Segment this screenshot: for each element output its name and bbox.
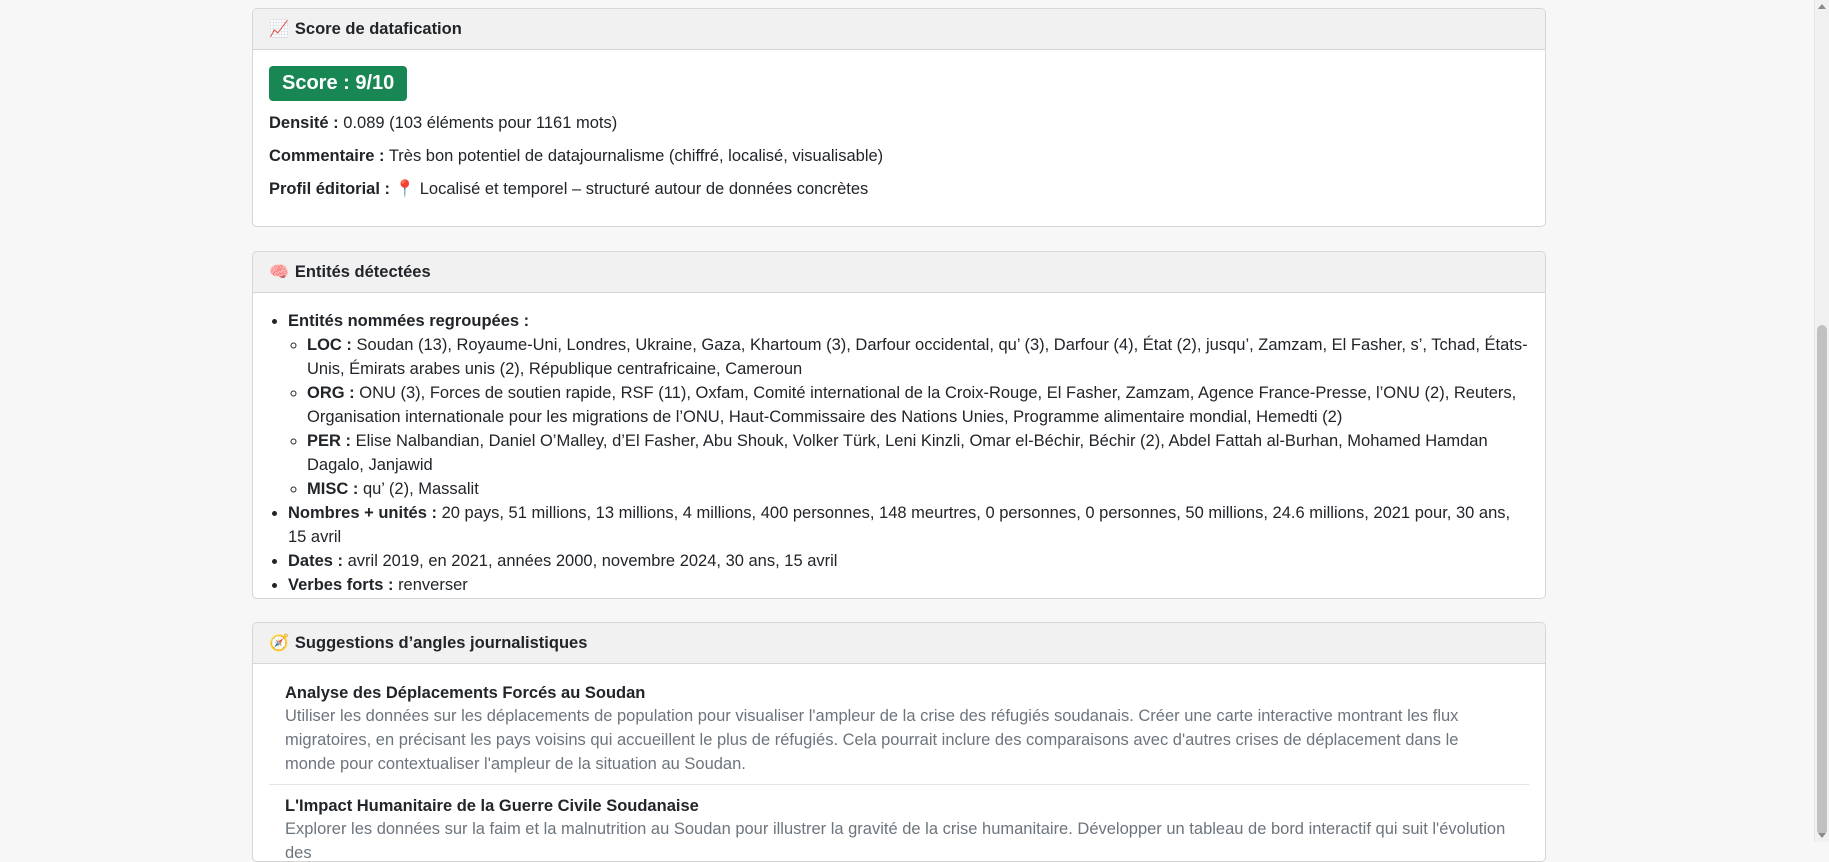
list-item: Analyse des Déplacements Forcés au Souda…: [269, 672, 1529, 785]
angles-card: 🧭 Suggestions d’angles journalistiques A…: [252, 622, 1546, 862]
profile-label: Profil éditorial :: [269, 180, 391, 198]
entity-group-per: PER : Elise Nalbandian, Daniel O’Malley,…: [307, 429, 1529, 477]
angles-card-header: 🧭 Suggestions d’angles journalistiques: [253, 623, 1545, 664]
entity-group-value: Soudan (13), Royaume-Uni, Londres, Ukrai…: [307, 336, 1528, 378]
score-card-title: Score de datafication: [294, 19, 462, 38]
chart-increasing-icon: 📈: [269, 21, 289, 38]
angles-card-title: Suggestions d’angles journalistiques: [294, 633, 588, 652]
verbs-item: Verbes forts : renverser: [288, 573, 1529, 597]
entity-group-label: MISC :: [307, 480, 359, 498]
entity-group-loc: LOC : Soudan (13), Royaume-Uni, Londres,…: [307, 333, 1529, 381]
compass-icon: 🧭: [269, 635, 289, 652]
score-card: 📈 Score de datafication Score : 9/10 Den…: [252, 8, 1546, 227]
comment-value: Très bon potentiel de datajournalisme (c…: [388, 147, 884, 165]
entity-group-value: ONU (3), Forces de soutien rapide, RSF (…: [307, 384, 1517, 426]
list-item: L'Impact Humanitaire de la Guerre Civile…: [269, 785, 1529, 862]
density-label: Densité :: [269, 114, 339, 132]
entity-group-label: LOC :: [307, 336, 352, 354]
angle-title: Analyse des Déplacements Forcés au Souda…: [285, 684, 646, 702]
page-scrollbar[interactable]: [1814, 0, 1829, 842]
angle-description: Explorer les données sur la faim et la m…: [285, 820, 1506, 862]
scroll-up-arrow-icon[interactable]: [1818, 4, 1826, 9]
score-badge: Score : 9/10: [269, 66, 408, 101]
entities-list: Entités nommées regroupées : LOC : Souda…: [269, 309, 1529, 597]
entity-group-value: qu’ (2), Massalit: [362, 480, 479, 498]
angles-card-body: Analyse des Déplacements Forcés au Souda…: [253, 664, 1545, 862]
numbers-item: Nombres + unités : 20 pays, 51 millions,…: [288, 501, 1529, 549]
score-card-header: 📈 Score de datafication: [253, 9, 1545, 50]
numbers-value: 20 pays, 51 millions, 13 millions, 4 mil…: [288, 504, 1511, 546]
verbs-value: renverser: [398, 576, 468, 594]
dates-label: Dates :: [288, 552, 344, 570]
dates-value: avril 2019, en 2021, années 2000, novemb…: [347, 552, 838, 570]
profile-line: Profil éditorial : 📍 Localisé et tempore…: [269, 179, 1529, 199]
grouped-entities-label: Entités nommées regroupées :: [288, 312, 530, 330]
entities-card-title: Entités détectées: [294, 262, 431, 281]
score-card-body: Score : 9/10 Densité : 0.089 (103 élémen…: [253, 50, 1545, 215]
entities-card-header: 🧠 Entités détectées: [253, 252, 1545, 293]
scrollbar-thumb[interactable]: [1817, 325, 1827, 835]
list-item: Entités nommées regroupées : LOC : Souda…: [288, 309, 1529, 501]
entity-group-value: Elise Nalbandian, Daniel O’Malley, d’El …: [307, 432, 1488, 474]
entity-groups-list: LOC : Soudan (13), Royaume-Uni, Londres,…: [288, 333, 1529, 501]
angle-description: Utiliser les données sur les déplacement…: [285, 707, 1459, 773]
verbs-label: Verbes forts :: [288, 576, 394, 594]
comment-label: Commentaire :: [269, 147, 385, 165]
entity-group-org: ORG : ONU (3), Forces de soutien rapide,…: [307, 381, 1529, 429]
density-line: Densité : 0.089 (103 éléments pour 1161 …: [269, 113, 1529, 133]
entity-group-label: PER :: [307, 432, 352, 450]
entity-group-misc: MISC : qu’ (2), Massalit: [307, 477, 1529, 501]
dates-item: Dates : avril 2019, en 2021, années 2000…: [288, 549, 1529, 573]
comment-line: Commentaire : Très bon potentiel de data…: [269, 146, 1529, 166]
numbers-label: Nombres + unités :: [288, 504, 437, 522]
scroll-down-arrow-icon[interactable]: [1818, 833, 1826, 838]
density-value: 0.089 (103 éléments pour 1161 mots): [343, 114, 618, 132]
profile-value: 📍 Localisé et temporel – structuré autou…: [394, 180, 869, 198]
entity-group-label: ORG :: [307, 384, 355, 402]
entities-card: 🧠 Entités détectées Entités nommées regr…: [252, 251, 1546, 599]
entities-card-body: Entités nommées regroupées : LOC : Souda…: [253, 293, 1545, 598]
brain-icon: 🧠: [269, 264, 289, 281]
angle-title: L'Impact Humanitaire de la Guerre Civile…: [285, 797, 699, 815]
